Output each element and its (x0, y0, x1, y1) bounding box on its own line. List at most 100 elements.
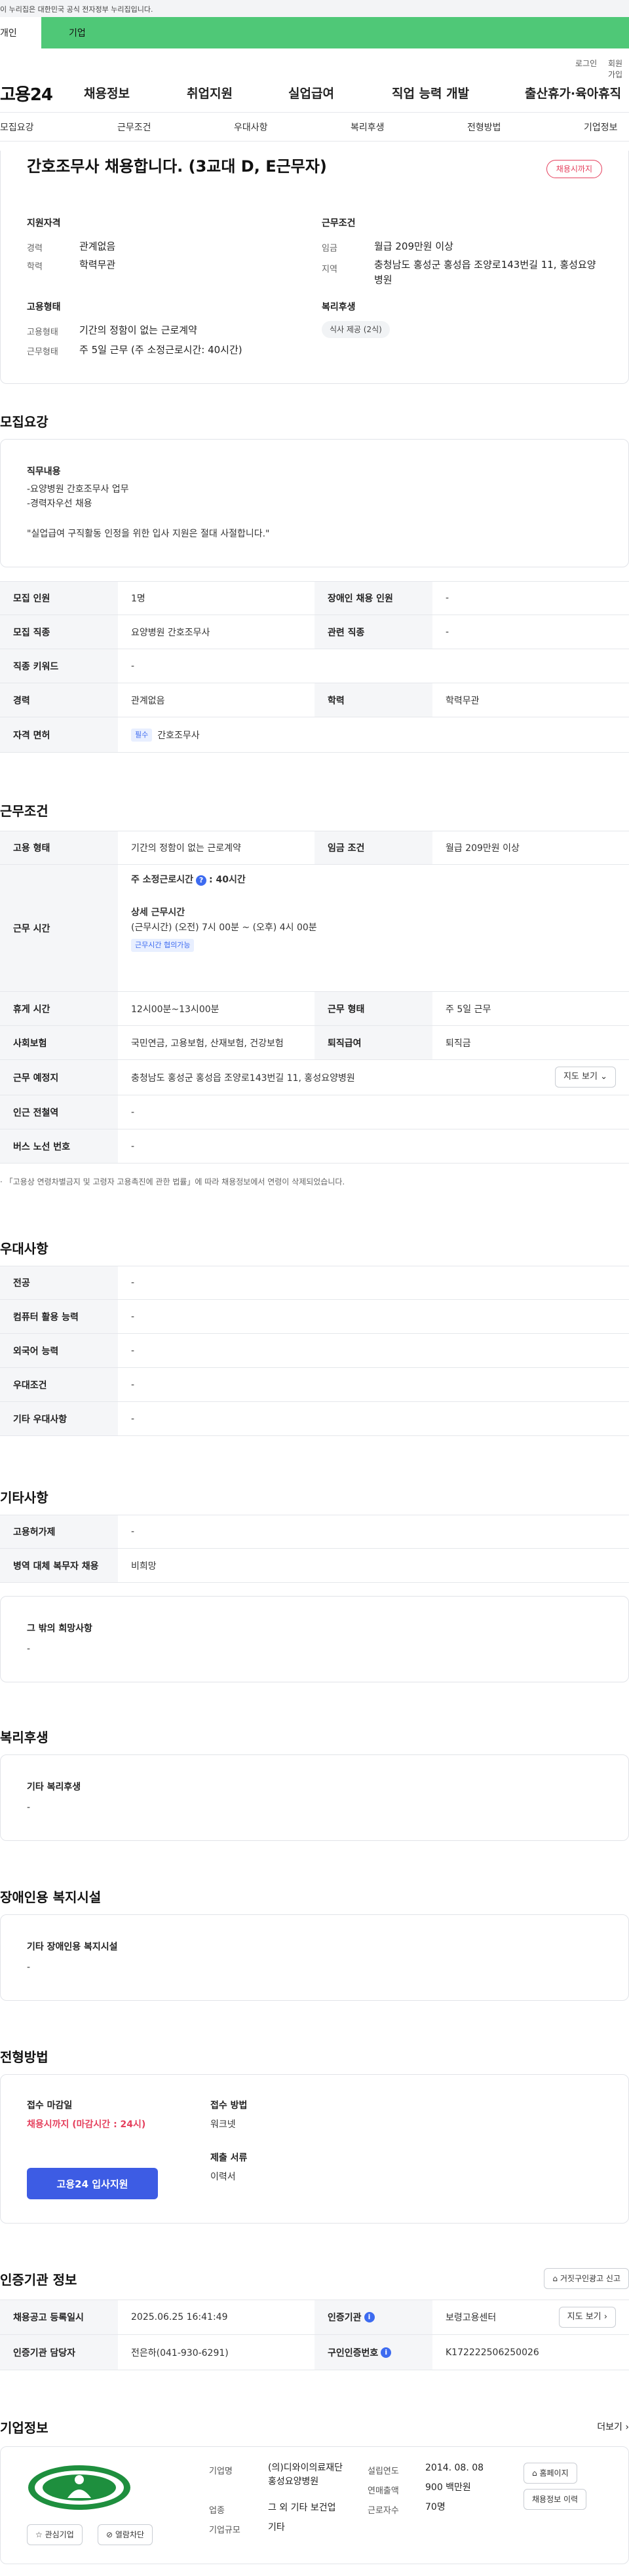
gnb-employment-support[interactable]: 취업지원 (187, 84, 233, 102)
hours-weekly-line: 주 소정근로시간?: 40시간 (131, 873, 629, 887)
table-row: 고용허가제 - (0, 1515, 629, 1549)
tab-company[interactable]: 기업 (41, 17, 629, 48)
chevron-down-icon: ⌄ (600, 1072, 607, 1082)
favorite-company-button[interactable]: ☆ 관심기업 (27, 2524, 83, 2545)
row-value: - (131, 1141, 135, 1152)
info-icon[interactable]: i (381, 2347, 392, 2358)
cert-num-label-text: 구인인증번호 (328, 2347, 379, 2358)
block-view-button[interactable]: ⊘ 열람차단 (98, 2524, 153, 2545)
subnav-work[interactable]: 근무조건 (117, 121, 151, 134)
age-note-text: 「고용상 연령차별금지 및 고령자 고용촉진에 관한 법률」에 따라 채용정보에… (5, 1177, 345, 1186)
subnav-welfare[interactable]: 복리후생 (351, 121, 385, 134)
method-label: 접수 방법 (210, 2100, 248, 2111)
row-value: 관계없음 (131, 695, 165, 706)
row-value: 요양병원 간호조무사 (131, 627, 210, 638)
docs-label: 제출 서류 (210, 2153, 248, 2163)
disabled-section-title: 장애인용 복지시설 (0, 1889, 102, 1905)
size-value: 기타 (268, 2522, 285, 2533)
gnb-unemployment-benefit[interactable]: 실업급여 (288, 84, 334, 102)
deadline-value: 채용시까지 (마감시간 : 24시) (27, 2119, 146, 2130)
map-view-button[interactable]: 지도 보기 ⌄ (554, 1067, 616, 1088)
disabled-box: 기타 장애인용 복지시설 - (0, 1914, 629, 2001)
map-view-label: 지도 보기 (563, 1072, 598, 1082)
row-label: 외국어 능력 (0, 1334, 118, 1367)
hours-cell: 주 소정근로시간?: 40시간 상세 근무시간 (근무시간) (오전) 7시 0… (118, 865, 629, 991)
table-row: 기타 우대사항 - (0, 1402, 629, 1436)
row-label: 자격 면허 (0, 717, 118, 752)
emp-value: 주 5일 근무 (주 소정근로시간: 40시간) (79, 344, 242, 356)
gnb-jobs[interactable]: 채용정보 (84, 84, 130, 102)
row-label: 고용허가제 (0, 1515, 118, 1548)
row-value: - (131, 1413, 135, 1424)
recruit-section-title: 모집요강 (0, 414, 48, 430)
etc-box: 그 밖의 희망사항 - (0, 1596, 629, 1682)
more-label: 더보기 (597, 2422, 622, 2433)
row-value: 기간의 정함이 없는 근로계약 (131, 843, 241, 854)
hours-negotiable-tag: 근무시간 협의가능 (131, 939, 195, 953)
row-label: 근무 시간 (0, 865, 118, 991)
row-value: 비희망 (131, 1561, 157, 1572)
apply-button[interactable]: 고용24 입사지원 (27, 2168, 158, 2199)
emp-title: 고용형태 (27, 302, 61, 313)
table-row: 고용 형태 기간의 정함이 없는 근로계약 임금 조건 월급 209만원 이상 (0, 831, 629, 865)
tab-personal[interactable]: 개인 (0, 17, 41, 48)
hours-detail: (근무시간) (오전) 7시 00분 ~ (오후) 4시 00분 (131, 922, 317, 933)
method-value: 워크넷 (210, 2119, 236, 2130)
table-row: 전공 - (0, 1266, 629, 1300)
row-value: - (131, 1379, 135, 1390)
subnav-process[interactable]: 전형방법 (467, 121, 501, 134)
sales-label: 연매출액 (368, 2486, 399, 2496)
emp-label: 고용형태 (27, 328, 58, 337)
job-history-button[interactable]: 채용정보 이력 (524, 2489, 587, 2510)
welfare-title: 복리후생 (322, 302, 356, 313)
company-section-title: 기업정보 (0, 2420, 48, 2436)
row-value: 국민연금, 고용보험, 산재보험, 건강보험 (131, 1038, 284, 1049)
homepage-label: 홈페이지 (539, 2469, 569, 2478)
welfare-chip: 식사 제공 (2식) (322, 321, 390, 338)
org-detail-label: 지도 보기 (567, 2312, 601, 2322)
cond-value: 충청남도 홍성군 홍성읍 조양로143번길 11, 홍성요양병원 (374, 259, 596, 286)
login-link[interactable]: 로그인 (575, 58, 597, 69)
gnb-vocational-training[interactable]: 직업 능력 개발 (392, 84, 469, 102)
info-icon[interactable]: ? (196, 875, 207, 886)
table-row: 인증기관 담당자 전은하(041-930-6291) 구인인증번호 i K1722… (0, 2335, 629, 2370)
report-fake-ad-button[interactable]: ⌂ 거짓구인광고 신고 (544, 2268, 629, 2289)
company-more-link[interactable]: 더보기 › (597, 2420, 629, 2433)
subnav-pref[interactable]: 우대사항 (234, 121, 268, 134)
row-label: 퇴직급여 (314, 1026, 432, 1059)
table-row: 컴퓨터 활용 능력 - (0, 1300, 629, 1334)
table-row: 근무 시간 주 소정근로시간?: 40시간 상세 근무시간 (근무시간) (오전… (0, 865, 629, 992)
duty-title: 직무내용 (27, 466, 61, 477)
table-row: 버스 노선 번호 - (0, 1129, 629, 1164)
docs-value: 이력서 (210, 2172, 236, 2182)
hours-weekly: 주 소정근로시간 (131, 875, 194, 885)
row-label: 임금 조건 (314, 831, 432, 864)
table-row: 사회보험 국민연금, 고용보험, 산재보험, 건강보험 퇴직급여 퇴직금 (0, 1026, 629, 1060)
row-value: 2025.06.25 16:41:49 (131, 2312, 228, 2322)
row-label: 전공 (0, 1266, 118, 1299)
subnav-recruit[interactable]: 모집요강 (0, 121, 34, 134)
row-value: 학력무관 (446, 695, 480, 706)
row-label: 버스 노선 번호 (0, 1129, 118, 1163)
info-icon[interactable]: i (364, 2312, 375, 2322)
site-logo[interactable]: 고용24 (0, 81, 53, 105)
company-name: (의)디와이의료재단홍성요양병원 (268, 2463, 343, 2487)
org-detail-button[interactable]: 지도 보기 › (558, 2307, 616, 2328)
row-label: 컴퓨터 활용 능력 (0, 1300, 118, 1333)
table-row: 휴게 시간 12시00분~13시00분 근무 형태 주 5일 근무 (0, 992, 629, 1026)
emp-value: 기간의 정함이 없는 근로계약 (79, 324, 197, 336)
row-label: 학력 (314, 683, 432, 717)
homepage-button[interactable]: ⌂ 홈페이지 (524, 2463, 577, 2484)
subnav-company[interactable]: 기업정보 (584, 121, 618, 134)
row-value: - (131, 660, 135, 672)
row-label: 직종 키워드 (0, 649, 118, 683)
home-icon: ⌂ (532, 2469, 537, 2478)
row-label: 인증기관 i (314, 2300, 432, 2334)
employees-label: 근로자수 (368, 2506, 399, 2516)
duty-line: -경력자우선 채용 (27, 499, 92, 509)
age-note: · 「고용상 연령차별금지 및 고령자 고용촉진에 관한 법률」에 따라 채용정… (0, 1177, 345, 1186)
gnb-parental-leave[interactable]: 출산휴가·육아휴직 (525, 84, 621, 102)
row-value: - (446, 593, 449, 603)
row-label: 구인인증번호 i (314, 2335, 432, 2370)
cond-title: 근무조건 (322, 218, 356, 229)
